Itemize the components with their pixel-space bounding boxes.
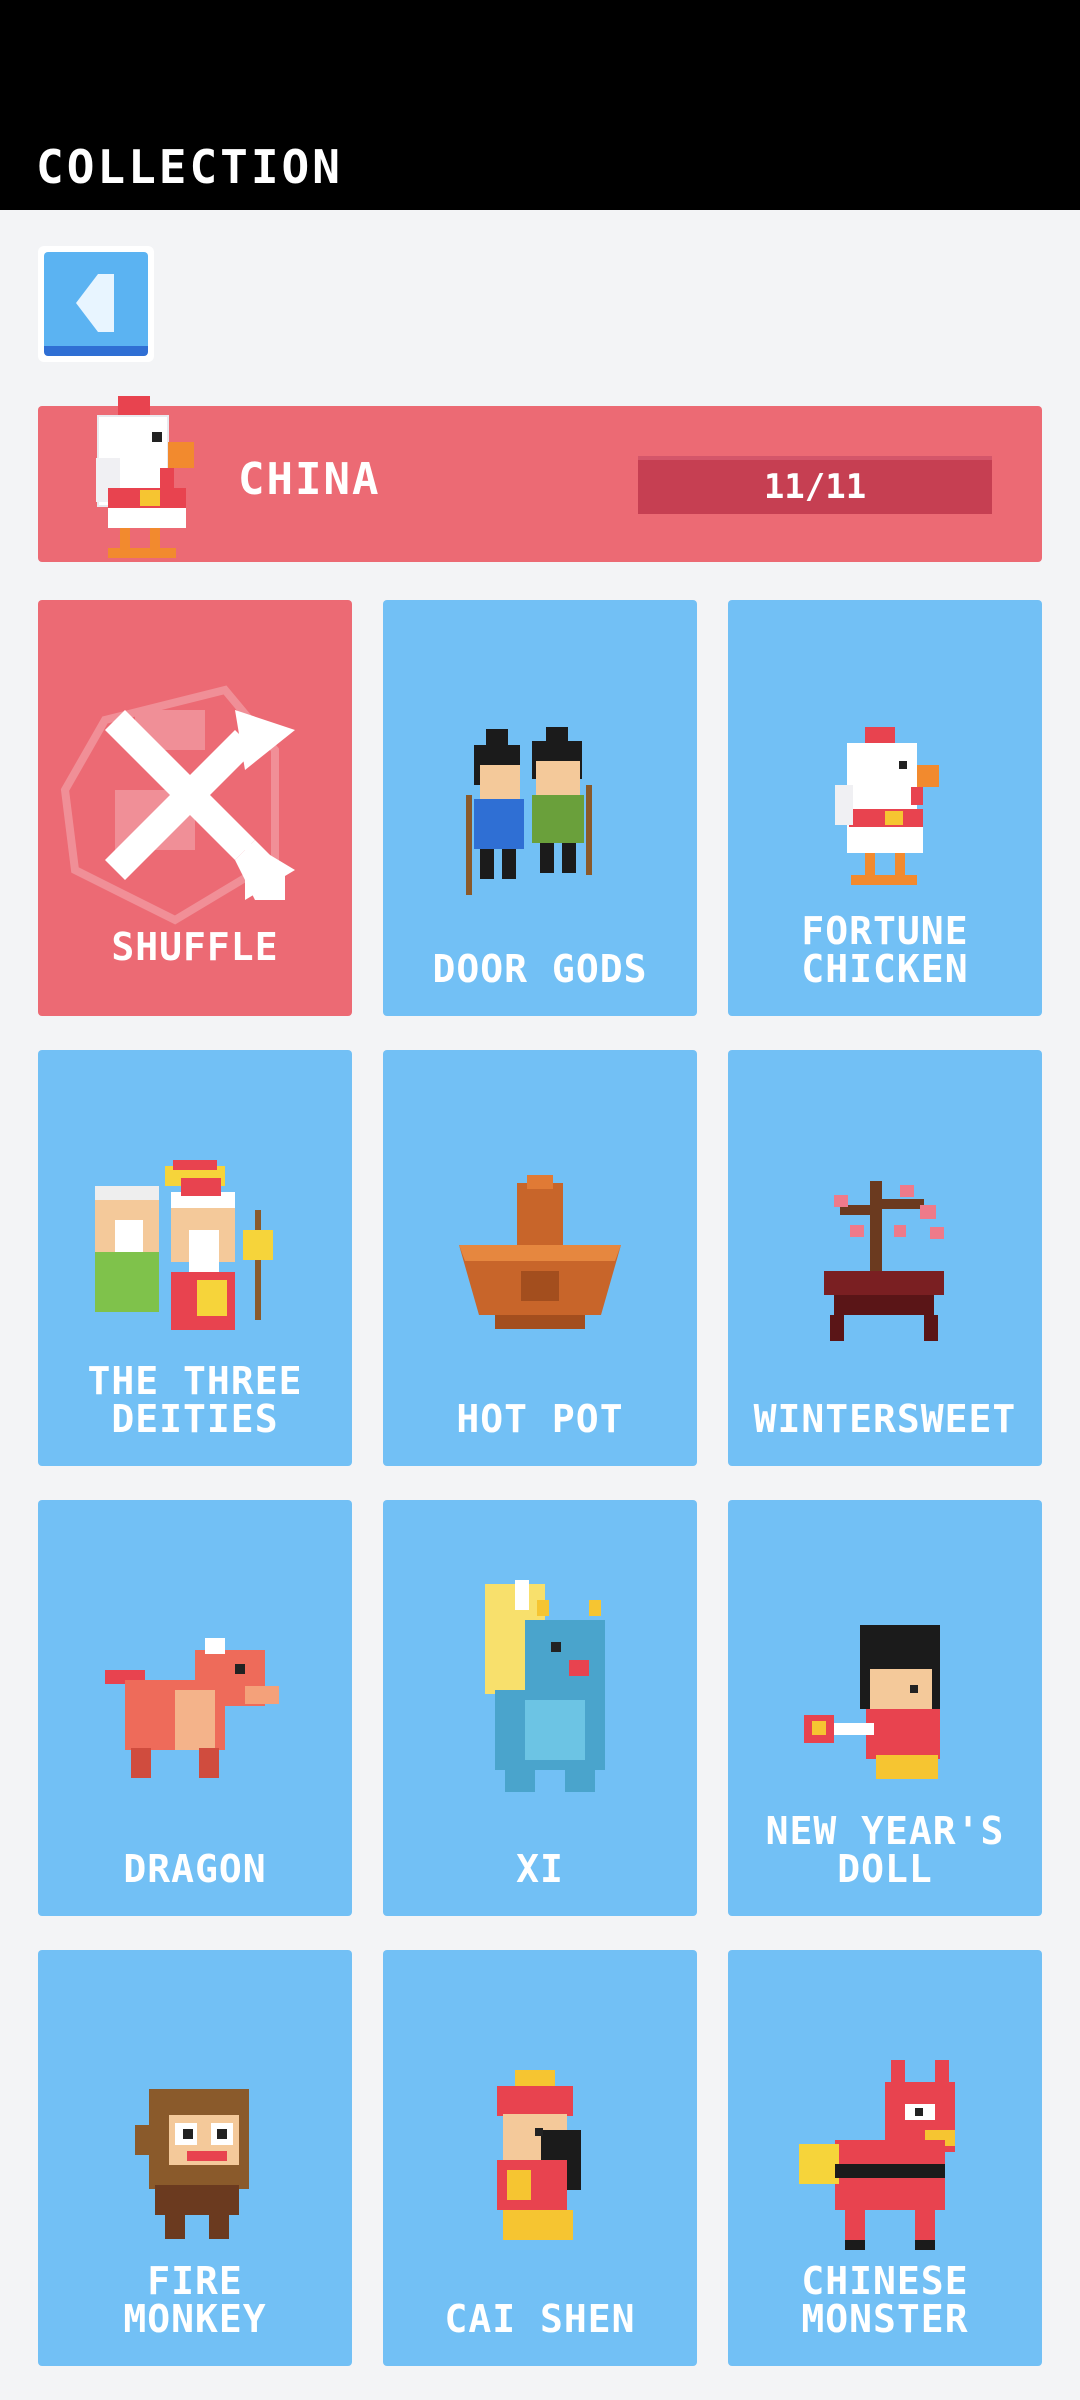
fire-monkey-icon xyxy=(135,2089,249,2239)
card-label: XI xyxy=(516,1847,564,1891)
card-label: HOT POT xyxy=(456,1397,624,1441)
card-wintersweet[interactable]: WINTERSWEET xyxy=(728,1050,1042,1466)
card-hot-pot[interactable]: HOT POT xyxy=(383,1050,697,1466)
card-label: WINTERSWEET xyxy=(753,1397,1017,1441)
card-fire-monkey[interactable]: FIRE MONKEY xyxy=(38,1950,352,2366)
collection-banner: CHINA 11/11 xyxy=(38,396,1042,562)
card-door-gods[interactable]: DOOR GODS xyxy=(383,600,697,1016)
card-label: FIRE MONKEY xyxy=(123,2259,267,2341)
chicken-icon xyxy=(96,396,194,558)
fortune-chicken-icon xyxy=(835,727,939,885)
card-label: DOOR GODS xyxy=(432,947,648,991)
chinese-monster-icon xyxy=(799,2060,955,2250)
door-gods-icon xyxy=(466,727,592,895)
card-label: FORTUNE CHICKEN xyxy=(801,909,969,991)
card-three-deities[interactable]: THE THREE DEITIES xyxy=(38,1050,352,1466)
three-deities-icon xyxy=(95,1160,273,1330)
wintersweet-icon xyxy=(824,1181,944,1341)
cai-shen-icon xyxy=(497,2070,581,2240)
card-dragon[interactable]: DRAGON xyxy=(38,1500,352,1916)
hot-pot-icon xyxy=(459,1175,621,1329)
top-bar: COLLECTION xyxy=(0,0,1080,210)
card-label: SHUFFLE xyxy=(111,925,279,969)
card-fortune-chicken[interactable]: FORTUNE CHICKEN xyxy=(728,600,1042,1016)
card-label: NEW YEAR'S DOLL xyxy=(765,1809,1005,1891)
page-title: COLLECTION xyxy=(36,140,343,194)
card-label: DRAGON xyxy=(123,1847,267,1891)
card-label: CAI SHEN xyxy=(444,2297,636,2341)
back-button[interactable] xyxy=(38,246,154,362)
back-arrow-icon xyxy=(76,274,114,332)
card-cai-shen[interactable]: CAI SHEN xyxy=(383,1950,697,2366)
card-chinese-monster[interactable]: CHINESE MONSTER xyxy=(728,1950,1042,2366)
xi-icon xyxy=(485,1580,605,1792)
card-label: THE THREE DEITIES xyxy=(87,1359,303,1441)
new-years-doll-icon xyxy=(804,1625,940,1779)
card-xi[interactable]: XI xyxy=(383,1500,697,1916)
dragon-icon xyxy=(105,1638,279,1778)
progress-label: 11/11 xyxy=(763,467,867,507)
shuffle-icon xyxy=(60,685,295,925)
card-shuffle[interactable]: SHUFFLE xyxy=(38,600,352,1016)
collection-name: CHINA xyxy=(238,454,381,505)
collection-progress-bar: 11/11 xyxy=(638,456,992,514)
card-label: CHINESE MONSTER xyxy=(801,2259,969,2341)
card-new-years-doll[interactable]: NEW YEAR'S DOLL xyxy=(728,1500,1042,1916)
